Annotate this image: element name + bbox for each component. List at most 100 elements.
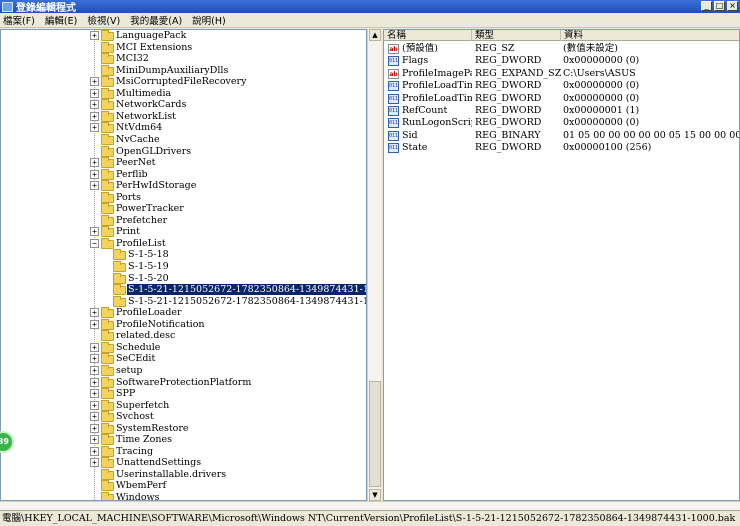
tree-node[interactable]: + Perflib [1,168,366,181]
tree-node[interactable]: MiniDumpAuxiliaryDlls [1,64,366,77]
collapse-icon[interactable]: − [90,238,99,248]
tree-node[interactable]: S-1-5-19 [1,261,366,273]
tree-node[interactable]: + NtVdm64 [1,122,366,134]
column-data[interactable]: 資料 [561,30,739,41]
tree-node[interactable]: + Superfetch [1,399,366,412]
column-type[interactable]: 類型 [472,30,561,41]
list-item[interactable]: 011 Sid REG_BINARY 01 05 00 00 00 00 00 05 … [384,130,739,143]
tree-node[interactable]: MCI Extensions [1,41,366,54]
expand-icon[interactable]: + [90,319,99,329]
expand-icon[interactable]: + [90,77,99,87]
list-item[interactable]: 011RunLogonScriptS...REG_DWORD 0x00000000… [384,117,739,130]
tree-node-label: MCI32 [116,53,149,65]
menu-edit[interactable]: 編輯(E) [45,13,77,27]
folder-icon [101,411,114,423]
expand-icon[interactable]: + [90,123,99,133]
tree-node[interactable]: + Print [1,226,366,238]
tree-node-label: LanguagePack [116,30,187,41]
registry-tree[interactable]: + LanguagePack MCI Extensions MCI32 MiniDump… [0,29,367,501]
tree-node[interactable]: − ProfileList [1,237,366,250]
expand-icon[interactable]: + [90,435,99,445]
menu-file[interactable]: 檔案(F) [3,13,35,27]
expand-icon[interactable]: + [90,100,99,110]
expand-icon[interactable]: + [90,412,99,422]
list-item[interactable]: 011ProfileLoadTimeL...REG_DWORD 0x0000000… [384,93,739,106]
expand-icon[interactable]: + [90,158,99,168]
list-item[interactable]: 011ProfileLoadTimeH...REG_DWORD 0x0000000… [384,80,739,93]
scroll-up-arrow-icon[interactable]: ▲ [369,29,381,41]
minimize-button[interactable]: _ [701,1,712,11]
column-name[interactable]: 名稱 [384,30,472,41]
tree-node[interactable]: Ports [1,191,366,204]
tree-node[interactable]: + SystemRestore [1,422,366,435]
list-item[interactable]: ab (預設值) REG_SZ (數值未設定) [384,43,739,56]
tree-node-label: setup [116,364,143,376]
menu-favorites[interactable]: 我的最愛(A) [130,13,182,27]
expand-icon[interactable]: + [90,181,99,191]
list-item[interactable]: 011 State REG_DWORD 0x00000100 (256) [384,142,739,155]
tree-node[interactable]: OpenGLDrivers [1,145,366,158]
tree-node[interactable]: S-1-5-20 [1,272,366,285]
tree-node[interactable]: + ProfileNotification [1,318,366,331]
expand-icon[interactable]: + [90,400,99,410]
tree-node[interactable]: S-1-5-18 [1,249,366,261]
tree-node[interactable]: + UnattendSettings [1,457,366,469]
expand-icon[interactable]: + [90,365,99,375]
expand-icon[interactable]: + [90,308,99,318]
tree-node[interactable]: + NetworkCards [1,99,366,111]
tree-node[interactable]: WbemPerf [1,480,366,492]
menu-view[interactable]: 檢視(V) [87,13,120,27]
tree-node[interactable]: + NetworkList [1,110,366,123]
tree-node[interactable]: + Schedule [1,341,366,354]
tree-scrollbar[interactable]: ▲ ▼ [367,29,381,501]
scroll-down-arrow-icon[interactable]: ▼ [369,489,381,501]
menu-help[interactable]: 說明(H) [192,13,226,27]
horizontal-scrollbar[interactable] [0,501,740,510]
tree-node[interactable]: Userinstallable.drivers [1,468,366,481]
scroll-thumb[interactable] [369,381,381,487]
tree-node[interactable]: + SPP [1,388,366,400]
expand-icon[interactable]: + [90,111,99,121]
tree-node[interactable]: + MsiCorruptedFileRecovery [1,76,366,88]
tree-node[interactable]: S-1-5-21-1215052672-1782350864-134987443… [1,283,366,297]
tree-node[interactable]: NvCache [1,133,366,146]
close-button[interactable]: × [727,1,738,11]
tree-node[interactable]: + PeerNet [1,157,366,169]
tree-node[interactable]: MCI32 [1,53,366,65]
tree-node[interactable]: PowerTracker [1,203,366,215]
expand-icon[interactable]: + [90,169,99,179]
tree-node[interactable]: + Svchost [1,411,366,423]
tree-node[interactable]: S-1-5-21-1215052672-1782350864-134987443… [1,295,366,308]
tree-node[interactable]: + ProfileLoader [1,307,366,319]
expand-icon[interactable]: + [90,354,99,364]
expand-icon[interactable]: + [90,227,99,237]
folder-icon [101,145,114,157]
maximize-button[interactable]: □ [714,1,725,11]
tree-node[interactable]: + setup [1,364,366,377]
expand-icon[interactable]: + [90,377,99,387]
tree-node[interactable]: + Tracing [1,445,366,458]
list-item[interactable]: 011 RefCount REG_DWORD 0x00000001 (1) [384,105,739,118]
list-item[interactable]: abProfileImagePathREG_EXPAND_SZC:\Users\… [384,68,739,81]
tree-node[interactable]: + Multimedia [1,87,366,100]
folder-icon [101,87,114,99]
expand-icon[interactable]: + [90,458,99,468]
tree-node[interactable]: + SeCEdit [1,353,366,365]
values-list[interactable]: 名稱 類型 資料 ab (預設值) REG_SZ (數值未設定) 011 Flags REG… [383,29,740,501]
tree-node[interactable]: related.desc [1,330,366,342]
tree-node[interactable]: + Time Zones [1,434,366,446]
expand-icon[interactable]: + [90,423,99,433]
expand-icon[interactable]: + [90,31,99,40]
list-item[interactable]: 011 Flags REG_DWORD 0x00000000 (0) [384,55,739,68]
tree-node[interactable]: + PerHwIdStorage [1,180,366,192]
expand-icon[interactable]: + [90,446,99,456]
tree-node[interactable]: + SoftwareProtectionPlatform [1,376,366,389]
folder-icon [101,180,114,192]
expand-icon[interactable]: + [90,389,99,399]
tree-node[interactable]: Prefetcher [1,214,366,227]
tree-node[interactable]: Windows [1,492,366,500]
expand-icon[interactable]: + [90,342,99,352]
expand-icon[interactable]: + [90,88,99,98]
tree-node[interactable]: + LanguagePack [1,30,366,42]
value-data: 0x00000100 (256) [563,142,652,154]
